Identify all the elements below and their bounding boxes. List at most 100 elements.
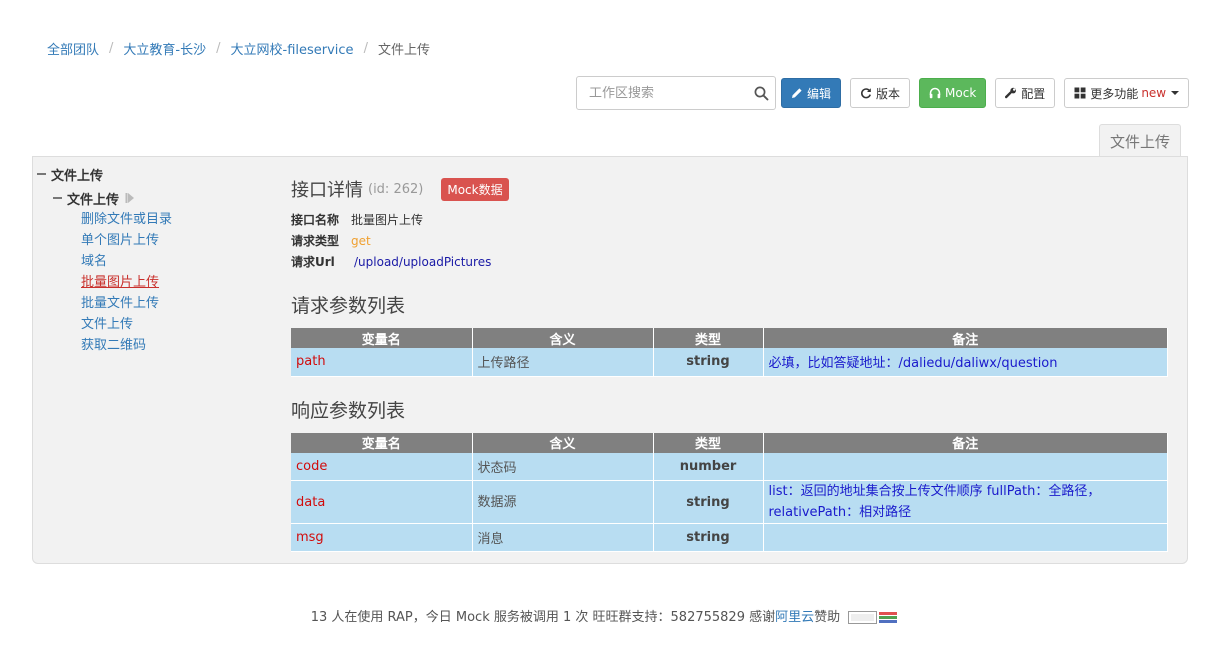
- param-type: string: [653, 523, 764, 552]
- param-meaning: 消息: [472, 523, 654, 552]
- table-row: path 上传路径 string 必填，比如答疑地址：/daliedu/dali…: [291, 348, 1168, 377]
- detail-id: (id: 262): [368, 181, 424, 197]
- api-info: 接口名称 批量图片上传 请求类型 get 请求Url /upload/uploa…: [291, 210, 1169, 273]
- wrench-icon: [1005, 87, 1017, 99]
- request-type-value: get: [351, 234, 371, 248]
- step-forward-icon[interactable]: [125, 192, 135, 204]
- breadcrumb-separator: /: [109, 41, 114, 56]
- edit-button[interactable]: 编辑: [781, 78, 842, 108]
- toolbar: 编辑 版本 Mock 配置 更多功能 new: [576, 76, 1198, 110]
- detail-title: 接口详情: [291, 180, 363, 201]
- column-header: 含义: [472, 432, 654, 453]
- tree-item-domain[interactable]: 域名: [81, 251, 221, 272]
- tree-item-single-image-upload[interactable]: 单个图片上传: [81, 230, 221, 251]
- request-params-title: 请求参数列表: [291, 295, 406, 317]
- collapse-icon[interactable]: [37, 173, 46, 175]
- tree-item-file-upload[interactable]: 文件上传: [81, 314, 221, 335]
- edit-button-label: 编辑: [807, 86, 832, 101]
- column-header: 变量名: [291, 328, 473, 348]
- cnzz-stats-icon[interactable]: [848, 611, 898, 624]
- more-functions-label: 更多功能: [1090, 86, 1139, 101]
- table-row: msg 消息 string: [291, 523, 1168, 552]
- breadcrumb: 全部团队 / 大立教育-长沙 / 大立网校-fileservice / 文件上传: [47, 39, 430, 58]
- param-meaning: 数据源: [472, 480, 654, 524]
- column-header: 含义: [472, 328, 654, 348]
- mock-data-button[interactable]: Mock数据: [441, 177, 509, 201]
- param-type: string: [653, 480, 764, 524]
- request-params-table: 变量名 含义 类型 备注 path 上传路径 string 必填，比如答疑地址：…: [291, 328, 1168, 377]
- param-type: number: [653, 452, 764, 481]
- pencil-icon: [792, 88, 802, 98]
- api-name-label: 接口名称: [291, 213, 340, 227]
- breadcrumb-separator: /: [216, 41, 221, 56]
- config-button-label: 配置: [1021, 86, 1046, 101]
- param-type: string: [653, 348, 764, 377]
- column-header: 变量名: [291, 432, 473, 453]
- breadcrumb-link-all-teams[interactable]: 全部团队: [47, 39, 99, 58]
- tree-item-delete-file[interactable]: 删除文件或目录: [81, 209, 221, 230]
- search-icon[interactable]: [747, 86, 775, 101]
- tree-module[interactable]: 文件上传: [53, 189, 173, 208]
- mock-button[interactable]: Mock: [919, 78, 987, 108]
- param-note: list：返回的地址集合按上传文件顺序 fullPath：全路径，relativ…: [763, 480, 1168, 524]
- search-input[interactable]: [577, 78, 747, 108]
- tree-root-label: 文件上传: [51, 168, 104, 184]
- detail-header: 接口详情 (id: 262) Mock数据: [291, 175, 1169, 203]
- new-badge: new: [1141, 86, 1167, 100]
- api-name-value: 批量图片上传: [351, 213, 424, 227]
- breadcrumb-current: 文件上传: [377, 43, 430, 58]
- param-meaning: 状态码: [472, 452, 654, 481]
- grid-icon: [1074, 87, 1086, 99]
- breadcrumb-link-project[interactable]: 大立网校-fileservice: [231, 39, 354, 58]
- tab-file-upload[interactable]: 文件上传: [1099, 124, 1181, 158]
- request-url-row: 请求Url /upload/uploadPictures: [291, 252, 1169, 273]
- param-name: path: [291, 348, 473, 377]
- param-name: code: [291, 452, 473, 481]
- column-header: 类型: [653, 328, 764, 348]
- api-name-row: 接口名称 批量图片上传: [291, 210, 1169, 231]
- table-row: code 状态码 number: [291, 452, 1168, 481]
- footer-suffix: 赞助: [814, 610, 841, 625]
- request-url-value: /upload/uploadPictures: [354, 255, 492, 269]
- headphones-icon: [929, 87, 941, 99]
- table-header-row: 变量名 含义 类型 备注: [291, 328, 1168, 348]
- more-functions-button[interactable]: 更多功能 new: [1064, 78, 1190, 108]
- param-name: msg: [291, 523, 473, 552]
- column-header: 类型: [653, 432, 764, 453]
- api-detail: 接口详情 (id: 262) Mock数据 接口名称 批量图片上传 请求类型 g…: [291, 175, 1169, 552]
- breadcrumb-link-team[interactable]: 大立教育-长沙: [123, 39, 206, 58]
- workspace-search: [576, 76, 776, 110]
- column-header: 备注: [763, 432, 1168, 453]
- refresh-icon: [861, 88, 871, 99]
- response-params-title: 响应参数列表: [291, 399, 406, 422]
- request-type-row: 请求类型 get: [291, 231, 1169, 252]
- param-note: 必填，比如答疑地址：/daliedu/daliwx/question: [763, 348, 1168, 377]
- tree-module-label: 文件上传: [67, 192, 120, 208]
- aliyun-link[interactable]: 阿里云: [775, 610, 814, 625]
- footer: 13 人在使用 RAP，今日 Mock 服务被调用 1 次 旺旺群支持：5827…: [0, 606, 1209, 625]
- param-note: [763, 523, 1168, 552]
- version-button-label: 版本: [876, 86, 901, 101]
- version-button[interactable]: 版本: [850, 78, 911, 108]
- config-button[interactable]: 配置: [995, 78, 1056, 108]
- request-url-label: 请求Url: [291, 255, 335, 269]
- column-header: 备注: [763, 328, 1168, 348]
- tree-item-batch-image-upload[interactable]: 批量图片上传: [81, 272, 221, 293]
- tree-item-qrcode[interactable]: 获取二维码: [81, 335, 221, 356]
- caret-down-icon: [1171, 91, 1180, 95]
- table-header-row: 变量名 含义 类型 备注: [291, 432, 1168, 453]
- footer-text: 13 人在使用 RAP，今日 Mock 服务被调用 1 次 旺旺群支持：5827…: [310, 610, 776, 625]
- mock-button-label: Mock: [945, 86, 977, 100]
- tab-label: 文件上传: [1109, 133, 1170, 151]
- collapse-icon[interactable]: [53, 197, 62, 199]
- tree-item-batch-file-upload[interactable]: 批量文件上传: [81, 293, 221, 314]
- param-note: [763, 452, 1168, 481]
- param-name: data: [291, 480, 473, 524]
- table-row: data 数据源 string list：返回的地址集合按上传文件顺序 full…: [291, 480, 1168, 524]
- param-meaning: 上传路径: [472, 348, 654, 377]
- tree-root[interactable]: 文件上传: [37, 165, 104, 184]
- request-type-label: 请求类型: [291, 234, 340, 248]
- api-tree: 文件上传 文件上传 删除文件或目录 单个图片上传 域名 批量图片上传 批量文件上…: [37, 165, 172, 353]
- tree-action-list: 删除文件或目录 单个图片上传 域名 批量图片上传 批量文件上传 文件上传 获取二…: [81, 209, 221, 356]
- workspace-panel: 文件上传 文件上传 删除文件或目录 单个图片上传 域名 批量图片上传 批量文件上…: [32, 156, 1188, 564]
